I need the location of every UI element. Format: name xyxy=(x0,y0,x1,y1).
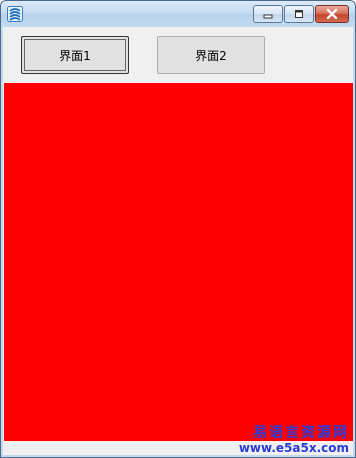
client-area: 界面1 界面2 xyxy=(3,27,353,455)
maximize-icon xyxy=(295,10,303,18)
caption-buttons xyxy=(252,5,349,23)
minimize-icon xyxy=(263,14,273,19)
watermark-url: www.e5a5x.com xyxy=(238,441,349,455)
interface2-button[interactable]: 界面2 xyxy=(157,36,265,74)
maximize-button[interactable] xyxy=(284,5,314,23)
close-button[interactable] xyxy=(315,5,349,23)
app-icon[interactable] xyxy=(7,6,23,22)
red-panel xyxy=(4,83,353,441)
watermark-title: 易语言资源网 xyxy=(253,425,349,441)
close-icon xyxy=(326,9,338,19)
minimize-button[interactable] xyxy=(253,5,283,23)
title-bar[interactable] xyxy=(1,1,355,27)
watermark: 易语言资源网 www.e5a5x.com xyxy=(239,425,349,455)
interface1-button[interactable]: 界面1 xyxy=(21,36,129,74)
app-window: 界面1 界面2 易语言资源网 www.e5a5x.com xyxy=(0,0,356,458)
